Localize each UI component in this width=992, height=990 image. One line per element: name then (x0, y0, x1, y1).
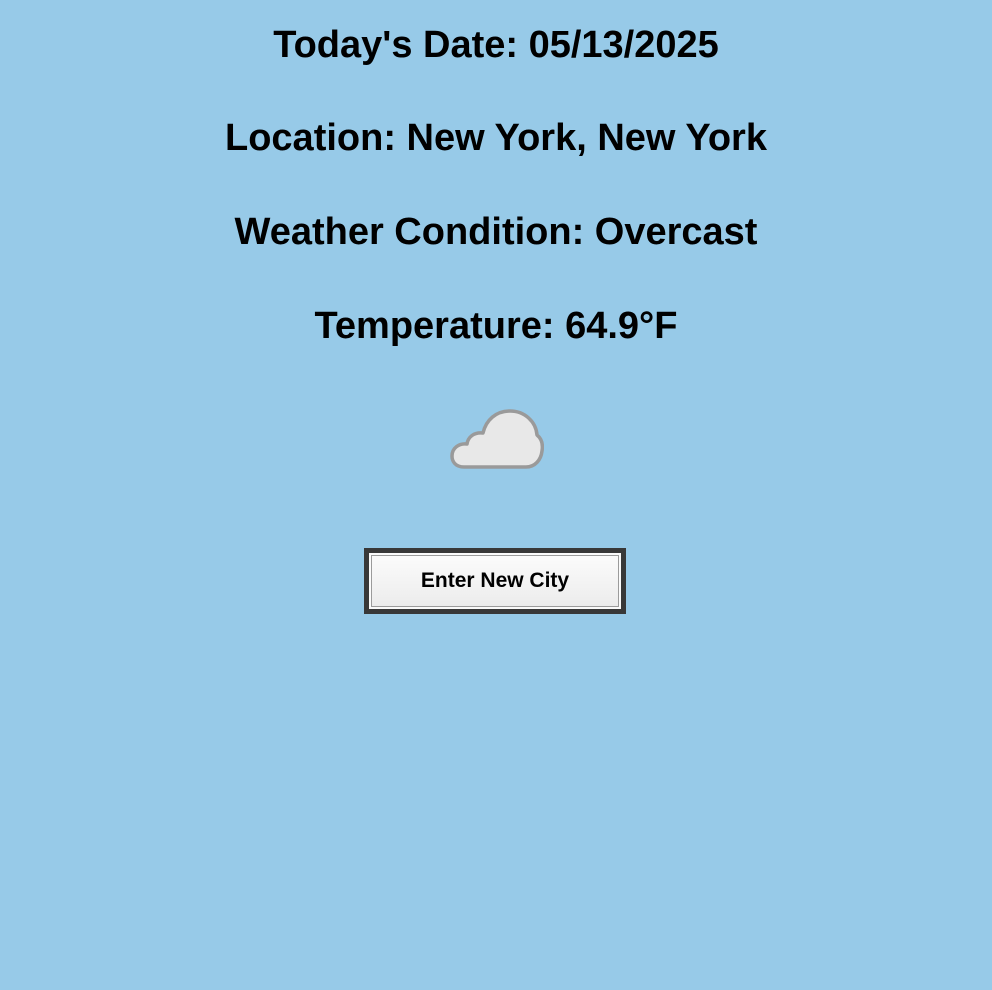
date-heading: Today's Date: 05/13/2025 (273, 24, 719, 66)
temperature-heading: Temperature: 64.9°F (314, 305, 678, 347)
enter-new-city-button[interactable]: Enter New City (364, 548, 626, 614)
enter-new-city-label: Enter New City (371, 555, 619, 607)
condition-heading: Weather Condition: Overcast (234, 211, 758, 253)
location-heading: Location: New York, New York (225, 117, 767, 159)
cloud-icon (450, 409, 544, 469)
weather-page: Today's Date: 05/13/2025 Location: New Y… (0, 0, 992, 990)
